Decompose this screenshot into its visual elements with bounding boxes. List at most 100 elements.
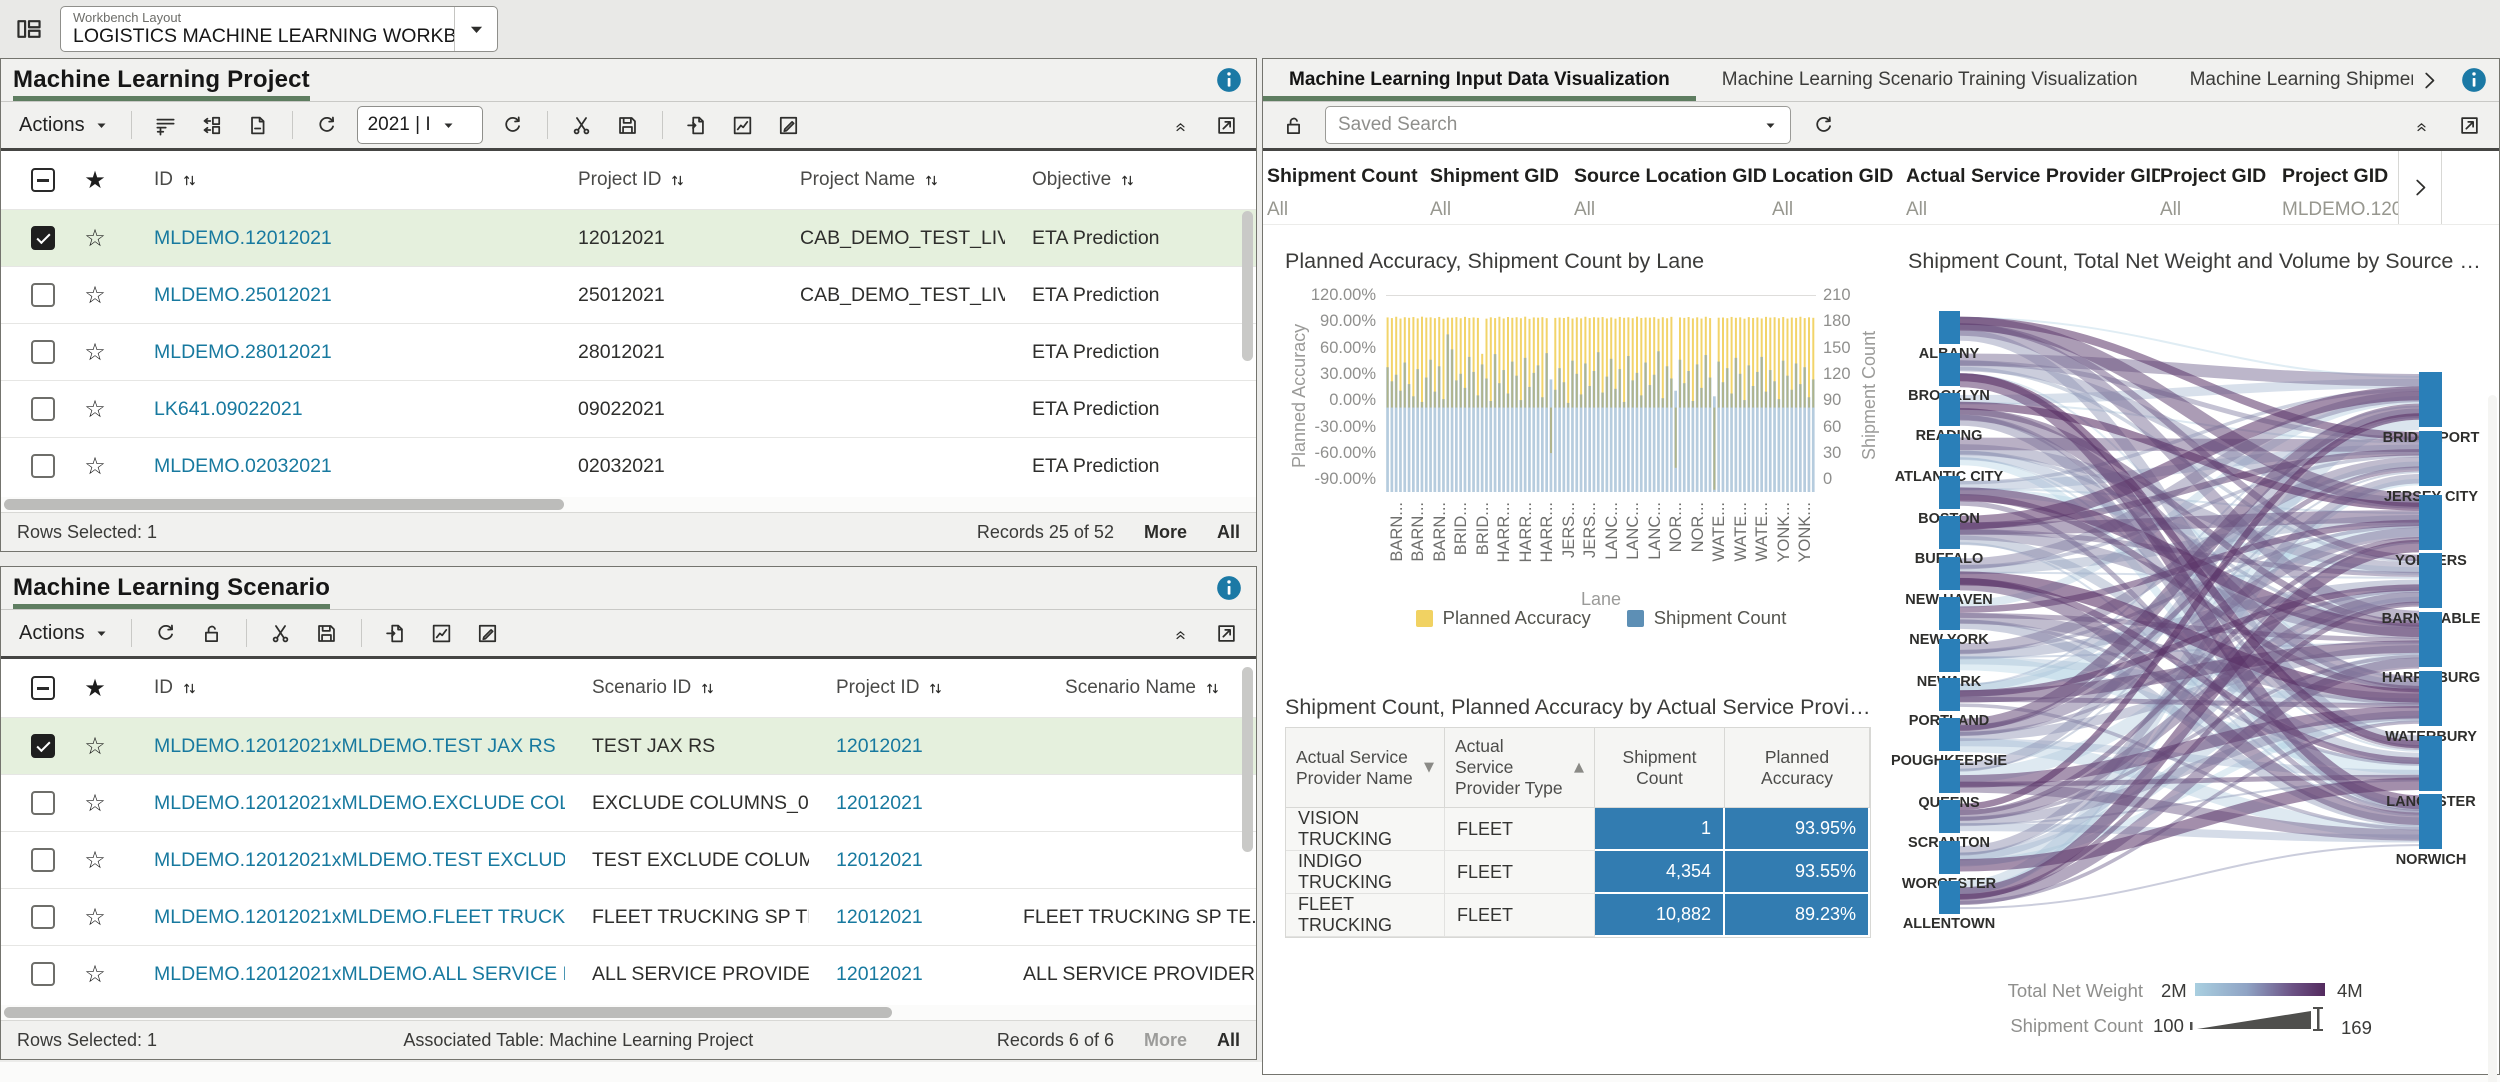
table-row[interactable]: ☆LK641.0902202109022021ETA Prediction [1, 380, 1256, 437]
table-row[interactable]: ☆ MLDEMO.12012021xMLDEMO.ALL SERVICE PROV… [1, 945, 1256, 1002]
actions-button[interactable]: Actions [15, 622, 113, 645]
row-checkbox[interactable] [31, 397, 55, 421]
unlock-button[interactable] [196, 617, 228, 649]
column-header-objective[interactable]: Objective [1005, 169, 1256, 191]
column-header-scenario-id[interactable]: Scenario ID [565, 677, 809, 699]
scrollbar-thumb[interactable] [4, 499, 564, 510]
cut-button[interactable] [566, 109, 598, 141]
all-link[interactable]: All [1217, 1030, 1240, 1051]
horizontal-scrollbar[interactable] [1, 497, 1256, 512]
sort-icon[interactable] [928, 681, 943, 696]
scenario-id-link[interactable]: MLDEMO.12012021xMLDEMO.FLEET TRUCKING S.… [127, 906, 565, 929]
row-checkbox[interactable] [31, 454, 55, 478]
filter-value[interactable]: All [1430, 199, 1574, 221]
panel-scrollbar[interactable] [2488, 395, 2497, 1082]
filter-shipment-count[interactable]: Shipment CountAll [1267, 151, 1430, 224]
table-row[interactable]: ☆ MLDEMO.12012021xMLDEMO.TEST EXCLUDE COL… [1, 831, 1256, 888]
table-row[interactable]: ☆MLDEMO.12012021xMLDEMO.FLEET TRUCKING S… [1, 888, 1256, 945]
scenario-id-link[interactable]: MLDEMO.12012021xMLDEMO.ALL SERVICE PROVI… [127, 963, 565, 986]
remove-document-button[interactable] [242, 109, 274, 141]
sankey-source-node[interactable] [1939, 557, 1960, 590]
project-id-link[interactable]: 12012021 [809, 792, 1023, 815]
filter-project-gid[interactable]: Project GIDAll [2160, 151, 2282, 224]
sankey-source-node[interactable] [1939, 353, 1960, 386]
sankey-source-node[interactable] [1939, 718, 1960, 751]
workbench-layout-caret[interactable] [454, 7, 497, 51]
sort-icon[interactable] [1120, 173, 1135, 188]
column-header-id[interactable]: ID [127, 169, 551, 191]
star-outline-icon[interactable]: ☆ [84, 962, 106, 986]
redo-refresh-button[interactable] [497, 109, 529, 141]
sort-icon[interactable] [182, 681, 197, 696]
project-id-link[interactable]: 12012021 [809, 849, 1023, 872]
refresh-button[interactable] [150, 617, 182, 649]
filter-value[interactable]: MLDEMO.120120 [2282, 199, 2398, 221]
row-checkbox[interactable] [31, 340, 55, 364]
export-button[interactable] [681, 109, 713, 141]
chart-button[interactable] [727, 109, 759, 141]
open-window-button[interactable] [2453, 109, 2485, 141]
vertical-scrollbar[interactable] [1242, 667, 1253, 852]
bar-chart-plot[interactable] [1386, 295, 1816, 492]
workbench-layout-select[interactable]: Workbench Layout LOGISTICS MACHINE LEARN… [60, 6, 498, 52]
project-id-link[interactable]: MLDEMO.02032021 [127, 455, 551, 478]
sankey-source-node[interactable] [1939, 841, 1960, 874]
star-outline-icon[interactable]: ☆ [84, 848, 106, 872]
row-checkbox[interactable] [31, 791, 55, 815]
project-id-link[interactable]: 12012021 [809, 963, 1023, 986]
filter-value[interactable]: All [1267, 199, 1430, 221]
column-header-project-id[interactable]: Project ID [809, 677, 1023, 699]
sankey-source-node[interactable] [1939, 678, 1960, 711]
filters-next-button[interactable] [2398, 151, 2442, 224]
scenario-id-link[interactable]: MLDEMO.12012021xMLDEMO.TEST EXCLUDE COL.… [127, 849, 565, 872]
sankey-diagram[interactable]: ALBANYBROOKLYNREADINGATLANTIC CITYBOSTON… [1901, 293, 2493, 965]
collapse-panel-button[interactable] [2405, 109, 2437, 141]
sankey-source-node[interactable] [1939, 393, 1960, 426]
select-all-checkbox[interactable] [31, 168, 55, 192]
table-row[interactable]: ☆MLDEMO.2501202125012021CAB_DEMO_TEST_LI… [1, 266, 1256, 323]
filter-location-gid[interactable]: Location GIDAll [1772, 151, 1906, 224]
refresh-button[interactable] [1807, 109, 1839, 141]
filter-value[interactable]: All [1574, 199, 1772, 221]
column-header-project-id[interactable]: Project ID [551, 169, 773, 191]
sankey-destination-node[interactable] [2419, 372, 2442, 427]
collapse-panel-button[interactable] [1164, 109, 1196, 141]
sort-icon[interactable] [924, 173, 939, 188]
project-id-link[interactable]: 12012021 [809, 735, 1023, 758]
workbench-layout-icon[interactable] [16, 16, 42, 42]
column-header-scenario-name[interactable]: Scenario Name [1023, 677, 1256, 699]
edit-button[interactable] [773, 109, 805, 141]
project-id-link[interactable]: MLDEMO.25012021 [127, 284, 551, 307]
chart-button[interactable] [426, 617, 458, 649]
star-outline-icon[interactable]: ☆ [84, 226, 106, 250]
table-row[interactable]: ☆MLDEMO.1201202112012021CAB_DEMO_TEST_LI… [1, 209, 1256, 266]
table-row[interactable]: ☆MLDEMO.12012021xMLDEMO.EXCLUDE COLUMN..… [1, 774, 1256, 831]
sankey-destination-node[interactable] [2419, 736, 2442, 791]
star-outline-icon[interactable]: ☆ [84, 454, 106, 478]
sort-icon[interactable] [700, 681, 715, 696]
sankey-destination-node[interactable] [2419, 794, 2442, 849]
vertical-scrollbar[interactable] [1242, 211, 1253, 361]
pivot-column-header[interactable]: Planned Accuracy [1725, 728, 1870, 808]
column-header-project-name[interactable]: Project Name [773, 169, 1005, 191]
filter-value[interactable]: All [1772, 199, 1906, 221]
sankey-destination-node[interactable] [2419, 671, 2442, 726]
sankey-source-node[interactable] [1939, 800, 1960, 833]
cut-button[interactable] [265, 617, 297, 649]
sankey-source-node[interactable] [1939, 639, 1960, 672]
sankey-destination-node[interactable] [2419, 431, 2442, 486]
tab-2[interactable]: Machine Learning Scenario Training Visua… [1696, 59, 2164, 101]
open-window-button[interactable] [1210, 617, 1242, 649]
project-id-link[interactable]: MLDEMO.12012021 [127, 227, 551, 250]
star-outline-icon[interactable]: ☆ [84, 283, 106, 307]
row-checkbox[interactable] [31, 848, 55, 872]
row-checkbox[interactable] [31, 734, 55, 758]
filter-actual-service-provider-gid[interactable]: Actual Service Provider GIDAll [1906, 151, 2160, 224]
export-button[interactable] [380, 617, 412, 649]
star-filled-icon[interactable]: ★ [84, 676, 106, 700]
table-row[interactable]: ☆MLDEMO.0203202102032021ETA Prediction [1, 437, 1256, 494]
info-icon[interactable] [2461, 67, 2487, 93]
table-row[interactable]: ☆MLDEMO.2801202128012021ETA Prediction [1, 323, 1256, 380]
column-header-id[interactable]: ID [127, 677, 565, 699]
year-filter-combobox[interactable]: 2021 | I [357, 106, 483, 144]
